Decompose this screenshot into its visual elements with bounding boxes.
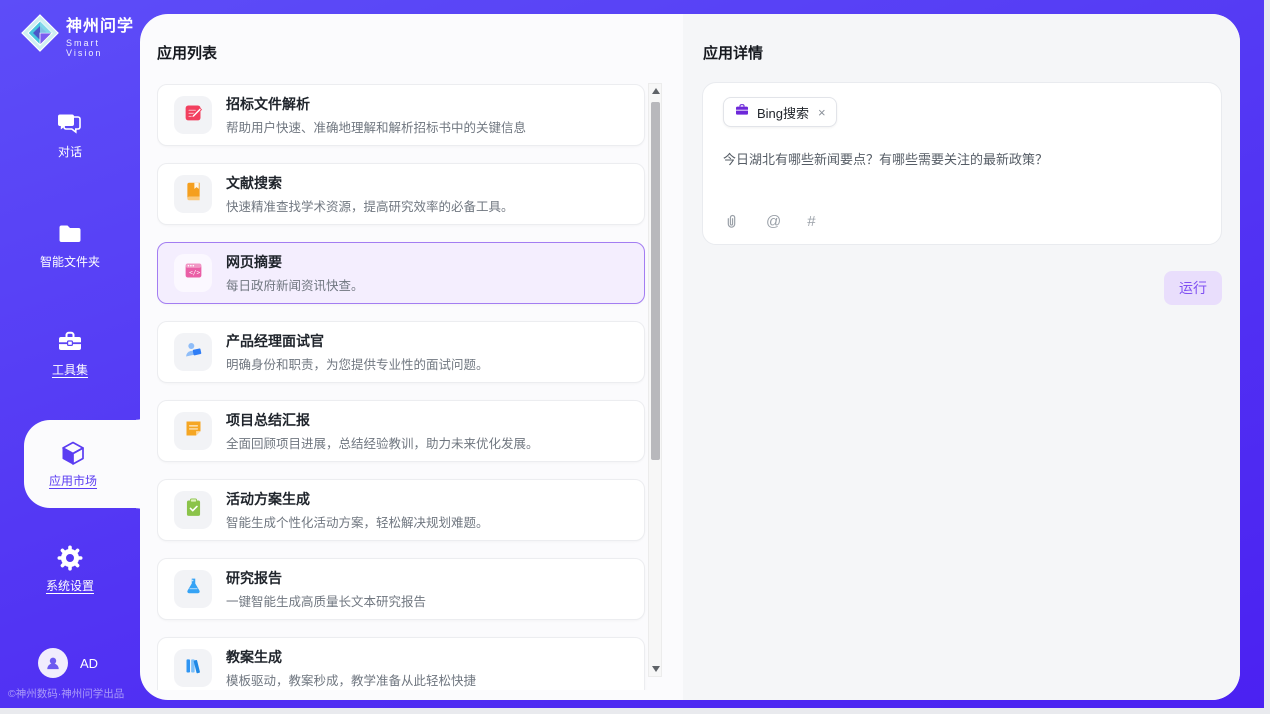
close-icon[interactable]: × xyxy=(818,105,826,120)
sidebar-item-toolkit[interactable]: 工具集 xyxy=(0,328,140,378)
app-description: 快速精准查找学术资源，提高研究效率的必备工具。 xyxy=(226,196,514,215)
books-icon xyxy=(183,655,204,681)
content-panel: 应用列表 招标文件解析帮助用户快速、准确地理解和解析招标书中的关键信息文献搜索快… xyxy=(140,14,1240,700)
sidebar-item-smart-folder[interactable]: 智能文件夹 xyxy=(0,220,140,270)
app-title: 网页摘要 xyxy=(226,252,364,272)
tool-chip[interactable]: Bing搜索 × xyxy=(723,97,837,127)
app-detail-title: 应用详情 xyxy=(703,42,763,63)
sidebar-item-label: 对话 xyxy=(58,143,82,160)
svg-text:</>: </> xyxy=(189,270,200,277)
sidebar-item-app-market[interactable]: 应用市场 xyxy=(24,420,140,508)
app-icon-frame xyxy=(174,96,212,134)
app-icon-frame xyxy=(174,570,212,608)
note-icon xyxy=(183,418,204,444)
edit-document-icon xyxy=(183,102,204,128)
brand-name: 神州问学 xyxy=(66,12,140,36)
folder-icon xyxy=(56,220,84,248)
brand-subtitle: Smart Vision xyxy=(66,38,140,58)
app-detail-panel: 应用详情 Bing搜索 × 今日湖北有哪些新闻要点？有哪些需要关注的最新政策？ … xyxy=(683,14,1240,700)
app-title: 研究报告 xyxy=(226,568,426,588)
app-icon-frame xyxy=(174,333,212,371)
user-name: AD xyxy=(80,656,98,671)
user-row[interactable]: AD xyxy=(38,648,98,678)
sidebar-item-label: 工具集 xyxy=(52,361,88,378)
app-icon-frame: </> xyxy=(174,254,212,292)
sidebar-item-label: 系统设置 xyxy=(46,577,94,594)
app-list-title: 应用列表 xyxy=(157,42,217,63)
toolbox-icon xyxy=(56,328,84,356)
app-card-event-plan[interactable]: 活动方案生成智能生成个性化活动方案，轻松解决规划难题。 xyxy=(157,479,645,541)
input-toolbar: @# xyxy=(723,213,816,230)
brand-diamond-icon xyxy=(20,13,60,58)
interviewer-icon xyxy=(183,339,204,365)
sidebar: 神州问学 Smart Vision 对话智能文件夹工具集应用市场系统设置 AD … xyxy=(0,0,140,708)
avatar xyxy=(38,648,68,678)
app-title: 产品经理面试官 xyxy=(226,331,489,351)
run-button[interactable]: 运行 xyxy=(1164,271,1222,305)
book-icon xyxy=(183,181,204,207)
hash-icon[interactable]: # xyxy=(807,213,815,230)
app-title: 项目总结汇报 xyxy=(226,410,539,430)
app-description: 每日政府新闻资讯快查。 xyxy=(226,275,364,294)
tool-chip-label: Bing搜索 xyxy=(757,103,809,122)
cube-icon xyxy=(59,439,87,467)
app-card-lesson-plan[interactable]: 教案生成模板驱动，教案秒成，教学准备从此轻松快捷 xyxy=(157,637,645,690)
research-icon xyxy=(183,576,204,602)
app-icon-frame xyxy=(174,175,212,213)
sidebar-item-label: 应用市场 xyxy=(49,472,97,489)
sidebar-item-chat[interactable]: 对话 xyxy=(0,110,140,160)
mention-icon[interactable]: @ xyxy=(766,213,781,230)
app-list-panel: 应用列表 招标文件解析帮助用户快速、准确地理解和解析招标书中的关键信息文献搜索快… xyxy=(140,14,683,700)
scroll-down-arrow-icon[interactable] xyxy=(652,666,660,672)
webpage-icon: </> xyxy=(183,260,204,286)
app-card-webpage-summary[interactable]: </> 网页摘要每日政府新闻资讯快查。 xyxy=(157,242,645,304)
briefcase-icon xyxy=(734,102,750,123)
app-title: 活动方案生成 xyxy=(226,489,489,509)
app-card-pm-interviewer[interactable]: 产品经理面试官明确身份和职责，为您提供专业性的面试问题。 xyxy=(157,321,645,383)
sidebar-item-label: 智能文件夹 xyxy=(40,253,100,270)
query-text[interactable]: 今日湖北有哪些新闻要点？有哪些需要关注的最新政策？ xyxy=(723,151,1203,169)
app-list-scrollbar[interactable] xyxy=(648,83,662,677)
copyright: ©神州数码·神州问学出品 xyxy=(8,686,140,701)
app-card-literature-search[interactable]: 文献搜索快速精准查找学术资源，提高研究效率的必备工具。 xyxy=(157,163,645,225)
app-description: 智能生成个性化活动方案，轻松解决规划难题。 xyxy=(226,512,489,531)
app-description: 全面回顾项目进展，总结经验教训，助力未来优化发展。 xyxy=(226,433,539,452)
attachment-icon[interactable] xyxy=(723,213,740,230)
app-icon-frame xyxy=(174,491,212,529)
app-title: 招标文件解析 xyxy=(226,94,526,114)
brand-logo: 神州问学 Smart Vision xyxy=(20,12,140,58)
app-description: 明确身份和职责，为您提供专业性的面试问题。 xyxy=(226,354,489,373)
app-description: 模板驱动，教案秒成，教学准备从此轻松快捷 xyxy=(226,670,476,689)
scrollbar-thumb[interactable] xyxy=(651,102,660,460)
app-title: 教案生成 xyxy=(226,647,476,667)
sidebar-item-settings[interactable]: 系统设置 xyxy=(0,544,140,594)
app-description: 帮助用户快速、准确地理解和解析招标书中的关键信息 xyxy=(226,117,526,136)
clipboard-check-icon xyxy=(183,497,204,523)
query-card[interactable]: Bing搜索 × 今日湖北有哪些新闻要点？有哪些需要关注的最新政策？ @# xyxy=(702,82,1222,245)
app-icon-frame xyxy=(174,649,212,687)
app-card-project-summary[interactable]: 项目总结汇报全面回顾项目进展，总结经验教训，助力未来优化发展。 xyxy=(157,400,645,462)
app-description: 一键智能生成高质量长文本研究报告 xyxy=(226,591,426,610)
app-icon-frame xyxy=(174,412,212,450)
gear-icon xyxy=(56,544,84,572)
app-list: 招标文件解析帮助用户快速、准确地理解和解析招标书中的关键信息文献搜索快速精准查找… xyxy=(157,84,647,690)
app-title: 文献搜索 xyxy=(226,173,514,193)
app-window: 神州问学 Smart Vision 对话智能文件夹工具集应用市场系统设置 AD … xyxy=(0,0,1264,708)
app-card-research-report[interactable]: 研究报告一键智能生成高质量长文本研究报告 xyxy=(157,558,645,620)
scroll-up-arrow-icon[interactable] xyxy=(652,88,660,94)
app-card-tender-analysis[interactable]: 招标文件解析帮助用户快速、准确地理解和解析招标书中的关键信息 xyxy=(157,84,645,146)
chat-icon xyxy=(56,110,84,138)
